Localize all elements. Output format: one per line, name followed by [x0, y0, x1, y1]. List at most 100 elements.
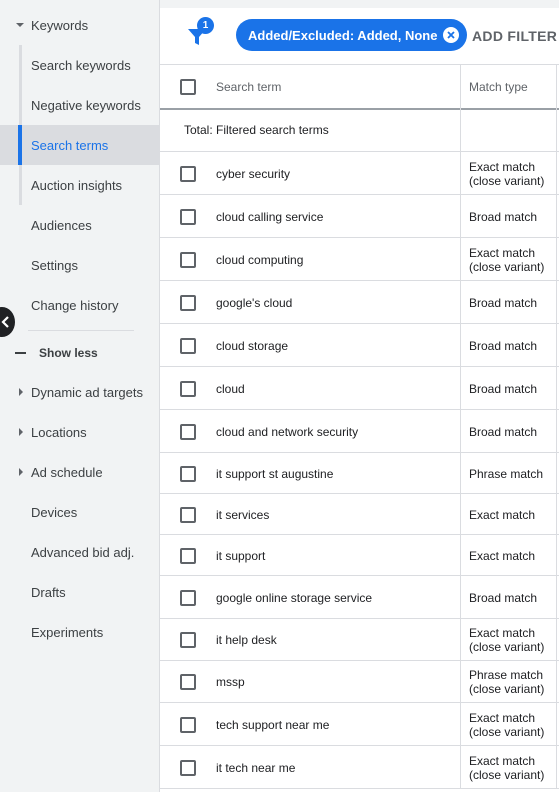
table-row[interactable]: cyber security Exact match (close variant)	[160, 152, 559, 195]
top-strip	[160, 0, 559, 8]
search-term-cell: it services	[216, 508, 270, 522]
nav-negative-keywords[interactable]: Negative keywords	[0, 85, 159, 125]
nav-advanced-bid-adj[interactable]: Advanced bid adj.	[0, 532, 159, 572]
match-type-cell: Broad match	[469, 339, 537, 353]
nav-experiments[interactable]: Experiments	[0, 612, 159, 652]
match-type-cell: Exact match (close variant)	[469, 754, 544, 782]
match-type-label: Phrase match	[469, 467, 544, 481]
table-row[interactable]: cloud Broad match	[160, 367, 559, 410]
table-row[interactable]: google's cloud Broad match	[160, 281, 559, 324]
table-row[interactable]: tech support near me Exact match (close va…	[160, 703, 559, 746]
nav-locations[interactable]: Locations	[0, 412, 159, 452]
table-row[interactable]: it help desk Exact match (close variant)	[160, 619, 559, 661]
nav-change-history[interactable]: Change history	[0, 285, 159, 325]
row-checkbox[interactable]	[180, 166, 196, 182]
row-checkbox[interactable]	[180, 760, 196, 776]
nav-experiments-label: Experiments	[31, 624, 104, 640]
match-type-cell: Broad match	[469, 296, 537, 310]
total-row: Total: Filtered search terms	[160, 110, 559, 152]
nav-auction-insights[interactable]: Auction insights	[0, 165, 159, 205]
nav-keywords[interactable]: Keywords	[0, 5, 159, 45]
row-checkbox[interactable]	[180, 424, 196, 440]
show-less-button[interactable]: Show less	[0, 333, 159, 373]
nav-audiences-label: Audiences	[31, 217, 92, 233]
caret-down-icon	[16, 23, 24, 27]
minus-icon	[15, 352, 26, 354]
match-type-variant: (close variant)	[469, 174, 545, 188]
total-label: Total: Filtered search terms	[184, 123, 329, 137]
nav-change-history-label: Change history	[31, 297, 119, 313]
filter-count-badge: 1	[197, 17, 214, 34]
match-type-cell: Exact match (close variant)	[469, 160, 544, 188]
search-term-cell: cloud calling service	[216, 210, 324, 224]
table-row[interactable]: cloud storage Broad match	[160, 324, 559, 367]
row-checkbox[interactable]	[180, 466, 196, 482]
row-checkbox[interactable]	[180, 338, 196, 354]
match-type-cell: Broad match	[469, 425, 537, 439]
nav-ad-schedule[interactable]: Ad schedule	[0, 452, 159, 492]
match-type-cell: Phrase match	[469, 467, 543, 481]
match-type-label: Broad match	[469, 339, 538, 353]
match-type-cell: Broad match	[469, 382, 537, 396]
add-filter-button[interactable]: ADD FILTER	[472, 28, 557, 44]
filter-chip[interactable]: Added/Excluded: Added, None	[236, 19, 468, 51]
row-checkbox[interactable]	[180, 590, 196, 606]
search-term-cell: it tech near me	[216, 761, 296, 775]
match-type-cell: Exact match (close variant)	[469, 626, 544, 654]
table-row[interactable]: cloud calling service Broad match	[160, 195, 559, 238]
nav-drafts[interactable]: Drafts	[0, 572, 159, 612]
nav-search-terms[interactable]: Search terms	[0, 125, 159, 165]
table-row[interactable]: cloud computing Exact match (close variant…	[160, 238, 559, 281]
nav-keywords-label: Keywords	[31, 17, 89, 33]
column-header-search-term[interactable]: Search term	[216, 80, 281, 94]
match-type-label: Broad match	[469, 591, 538, 605]
match-type-label: Exact match	[469, 246, 536, 260]
match-type-cell: Broad match	[469, 210, 537, 224]
column-header-match-type[interactable]: Match type	[469, 80, 528, 94]
match-type-cell: Exact match (close variant)	[469, 711, 544, 739]
match-type-label: Broad match	[469, 425, 538, 439]
match-type-variant: (close variant)	[469, 768, 545, 782]
nav-search-keywords-label: Search keywords	[31, 57, 131, 73]
row-checkbox[interactable]	[180, 674, 196, 690]
table-row[interactable]: it tech near me Exact match (close variant…	[160, 746, 559, 789]
row-checkbox[interactable]	[180, 507, 196, 523]
table-row[interactable]: it support Exact match	[160, 535, 559, 576]
row-checkbox[interactable]	[180, 632, 196, 648]
search-term-cell: tech support near me	[216, 718, 330, 732]
row-checkbox[interactable]	[180, 209, 196, 225]
match-type-cell: Exact match	[469, 508, 535, 522]
select-all-checkbox[interactable]	[180, 79, 196, 95]
row-checkbox[interactable]	[180, 717, 196, 733]
nav-audiences[interactable]: Audiences	[0, 205, 159, 245]
table-row[interactable]: it support st augustine Phrase match	[160, 453, 559, 494]
search-term-cell: cloud storage	[216, 339, 289, 353]
match-type-label: Exact match	[469, 626, 536, 640]
nav-devices[interactable]: Devices	[0, 492, 159, 532]
table-row[interactable]: google online storage service Broad match	[160, 576, 559, 619]
row-checkbox[interactable]	[180, 381, 196, 397]
search-term-cell: cloud computing	[216, 253, 304, 267]
nav-dynamic-ad-targets-label: Dynamic ad targets	[31, 384, 143, 400]
search-term-cell: mssp	[216, 675, 245, 689]
table-row[interactable]: cloud and network security Broad match	[160, 410, 559, 453]
nav-settings[interactable]: Settings	[0, 245, 159, 285]
table-row[interactable]: it services Exact match	[160, 494, 559, 535]
row-checkbox[interactable]	[180, 295, 196, 311]
match-type-label: Broad match	[469, 210, 538, 224]
nav-dynamic-ad-targets[interactable]: Dynamic ad targets	[0, 372, 159, 412]
match-type-label: Exact match	[469, 549, 536, 563]
match-type-variant: (close variant)	[469, 725, 545, 739]
nav-ad-schedule-label: Ad schedule	[31, 464, 103, 480]
table-header-row: Search term Match type	[160, 64, 559, 110]
column-divider	[556, 64, 557, 789]
search-term-cell: it help desk	[216, 633, 277, 647]
table-row[interactable]: mssp Phrase match (close variant)	[160, 661, 559, 703]
match-type-label: Exact match	[469, 711, 536, 725]
remove-filter-button[interactable]	[443, 27, 460, 43]
row-checkbox[interactable]	[180, 252, 196, 268]
row-checkbox[interactable]	[180, 548, 196, 564]
nav-drafts-label: Drafts	[31, 584, 66, 600]
nav-negative-keywords-label: Negative keywords	[31, 97, 141, 113]
nav-search-keywords[interactable]: Search keywords	[0, 45, 159, 85]
